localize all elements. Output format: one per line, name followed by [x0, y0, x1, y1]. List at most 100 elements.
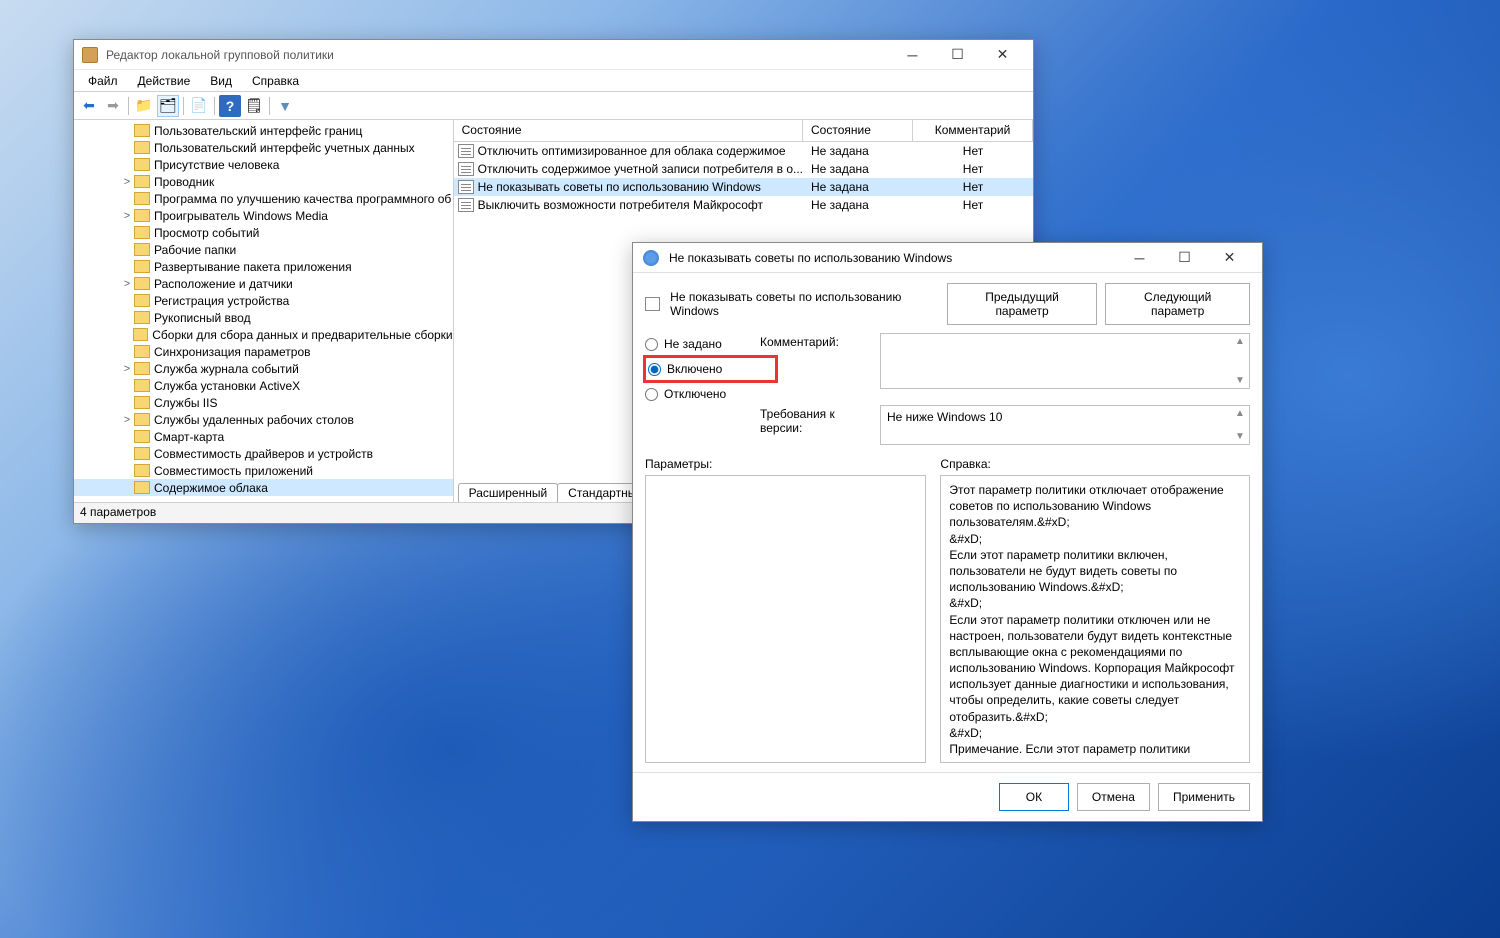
properties-icon[interactable]: 🗒 [243, 95, 265, 117]
tree-item[interactable]: Содержимое облака [74, 479, 453, 496]
menu-view[interactable]: Вид [200, 71, 242, 91]
tree-item[interactable]: Пользовательский интерфейс границ [74, 122, 453, 139]
tab-extended[interactable]: Расширенный [458, 483, 559, 502]
list-row[interactable]: Отключить содержимое учетной записи потр… [454, 160, 1033, 178]
filter-icon[interactable]: ▼ [274, 95, 296, 117]
list-header[interactable]: Состояние Состояние Комментарий [454, 120, 1033, 142]
tree-item[interactable]: Совместимость драйверов и устройств [74, 445, 453, 462]
tree-item[interactable]: Смарт-карта [74, 428, 453, 445]
tree-item[interactable]: Программа по улучшению качества программ… [74, 190, 453, 207]
tree-item[interactable]: > Проигрыватель Windows Media [74, 207, 453, 224]
dialog-footer: ОК Отмена Применить [633, 772, 1262, 821]
separator [183, 97, 184, 115]
tree-pane[interactable]: Пользовательский интерфейс границПользов… [74, 120, 454, 502]
tree-item-label: Развертывание пакета приложения [154, 260, 352, 274]
scroll-up-icon[interactable]: ▲ [1233, 408, 1247, 419]
show-hide-tree-icon[interactable]: 🗂 [157, 95, 179, 117]
column-state[interactable]: Состояние [454, 120, 803, 141]
tree-item[interactable]: Рабочие папки [74, 241, 453, 258]
folder-icon [134, 396, 150, 409]
close-button[interactable]: ✕ [980, 41, 1025, 69]
help-box[interactable]: Этот параметр политики отключает отображ… [940, 475, 1250, 763]
separator [269, 97, 270, 115]
export-icon[interactable]: 📄 [188, 95, 210, 117]
titlebar[interactable]: Редактор локальной групповой политики ─ … [74, 40, 1033, 70]
expander-icon[interactable]: > [120, 414, 134, 426]
expander-icon[interactable]: > [120, 176, 134, 188]
tree-item[interactable]: >Проводник [74, 173, 453, 190]
list-row[interactable]: Выключить возможности потребителя Майкро… [454, 196, 1033, 214]
tree-item-label: Совместимость драйверов и устройств [154, 447, 373, 461]
minimize-button[interactable]: ─ [890, 41, 935, 69]
minimize-button[interactable]: ─ [1117, 244, 1162, 272]
tree-item[interactable]: Присутствие человека [74, 156, 453, 173]
scroll-up-icon[interactable]: ▲ [1233, 336, 1247, 347]
tree-item-label: Службы удаленных рабочих столов [154, 413, 354, 427]
menu-action[interactable]: Действие [128, 71, 201, 91]
next-setting-button[interactable]: Следующий параметр [1105, 283, 1250, 325]
up-icon[interactable]: 📁 [133, 95, 155, 117]
tree-item[interactable]: Регистрация устройства [74, 292, 453, 309]
list-row[interactable]: Не показывать советы по использованию Wi… [454, 178, 1033, 196]
tree-item[interactable]: > Службы удаленных рабочих столов [74, 411, 453, 428]
tree-item[interactable]: >Служба журнала событий [74, 360, 453, 377]
scroll-down-icon[interactable]: ▼ [1233, 375, 1247, 386]
folder-icon [134, 124, 150, 137]
tree-item[interactable]: Сборки для сбора данных и предварительны… [74, 326, 453, 343]
tree-item-label: Пользовательский интерфейс границ [154, 124, 362, 138]
column-state2[interactable]: Состояние [803, 120, 913, 141]
radio-disabled[interactable]: Отключено [645, 387, 750, 401]
cancel-button[interactable]: Отмена [1077, 783, 1150, 811]
expander-icon[interactable]: > [120, 278, 134, 290]
folder-icon [134, 430, 150, 443]
column-comment[interactable]: Комментарий [913, 120, 1033, 141]
tree-item-label: Просмотр событий [154, 226, 259, 240]
cell-name: Не показывать советы по использованию Wi… [478, 180, 803, 194]
previous-setting-button[interactable]: Предыдущий параметр [947, 283, 1098, 325]
policy-dialog: Не показывать советы по использованию Wi… [632, 242, 1263, 822]
back-icon[interactable]: ⬅ [78, 95, 100, 117]
tree-item[interactable]: >Расположение и датчики [74, 275, 453, 292]
expander-icon[interactable]: > [120, 210, 134, 222]
folder-icon [134, 481, 150, 494]
tree-item[interactable]: Синхронизация параметров [74, 343, 453, 360]
help-icon[interactable]: ? [219, 95, 241, 117]
radio-enabled[interactable]: Включено [648, 362, 747, 376]
tree-item-label: Сборки для сбора данных и предварительны… [152, 328, 452, 342]
comment-label: Комментарий: [760, 333, 870, 349]
forward-icon[interactable]: ➡ [102, 95, 124, 117]
list-row[interactable]: Отключить оптимизированное для облака со… [454, 142, 1033, 160]
folder-icon [134, 447, 150, 460]
comment-field[interactable]: ▲▼ [880, 333, 1250, 389]
close-button[interactable]: ✕ [1207, 244, 1252, 272]
dialog-titlebar[interactable]: Не показывать советы по использованию Wi… [633, 243, 1262, 273]
help-label: Справка: [940, 457, 1250, 471]
folder-icon [134, 413, 150, 426]
tree-item[interactable]: Развертывание пакета приложения [74, 258, 453, 275]
menu-file[interactable]: Файл [78, 71, 128, 91]
policy-icon [643, 250, 659, 266]
cell-comment: Нет [913, 198, 1033, 212]
maximize-button[interactable]: ☐ [935, 41, 980, 69]
scroll-down-icon[interactable]: ▼ [1233, 431, 1247, 442]
folder-icon [134, 379, 150, 392]
expander-icon[interactable]: > [120, 363, 134, 375]
apply-button[interactable]: Применить [1158, 783, 1250, 811]
maximize-button[interactable]: ☐ [1162, 244, 1207, 272]
params-box[interactable] [645, 475, 926, 763]
tree-item[interactable]: Службы IIS [74, 394, 453, 411]
folder-icon [134, 311, 150, 324]
policy-item-icon [458, 198, 474, 212]
tree-item[interactable]: Пользовательский интерфейс учетных данны… [74, 139, 453, 156]
tree-item[interactable]: Служба установки ActiveX [74, 377, 453, 394]
tree-item[interactable]: Совместимость приложений [74, 462, 453, 479]
toolbar: ⬅ ➡ 📁 🗂 📄 ? 🗒 ▼ [74, 92, 1033, 120]
radio-not-configured[interactable]: Не задано [645, 337, 750, 351]
menu-help[interactable]: Справка [242, 71, 309, 91]
tree-item[interactable]: Рукописный ввод [74, 309, 453, 326]
window-title: Редактор локальной групповой политики [106, 48, 890, 62]
tree-item[interactable]: Просмотр событий [74, 224, 453, 241]
policy-item-icon [458, 162, 474, 176]
tree-item-label: Проигрыватель Windows Media [154, 209, 328, 223]
ok-button[interactable]: ОК [999, 783, 1069, 811]
